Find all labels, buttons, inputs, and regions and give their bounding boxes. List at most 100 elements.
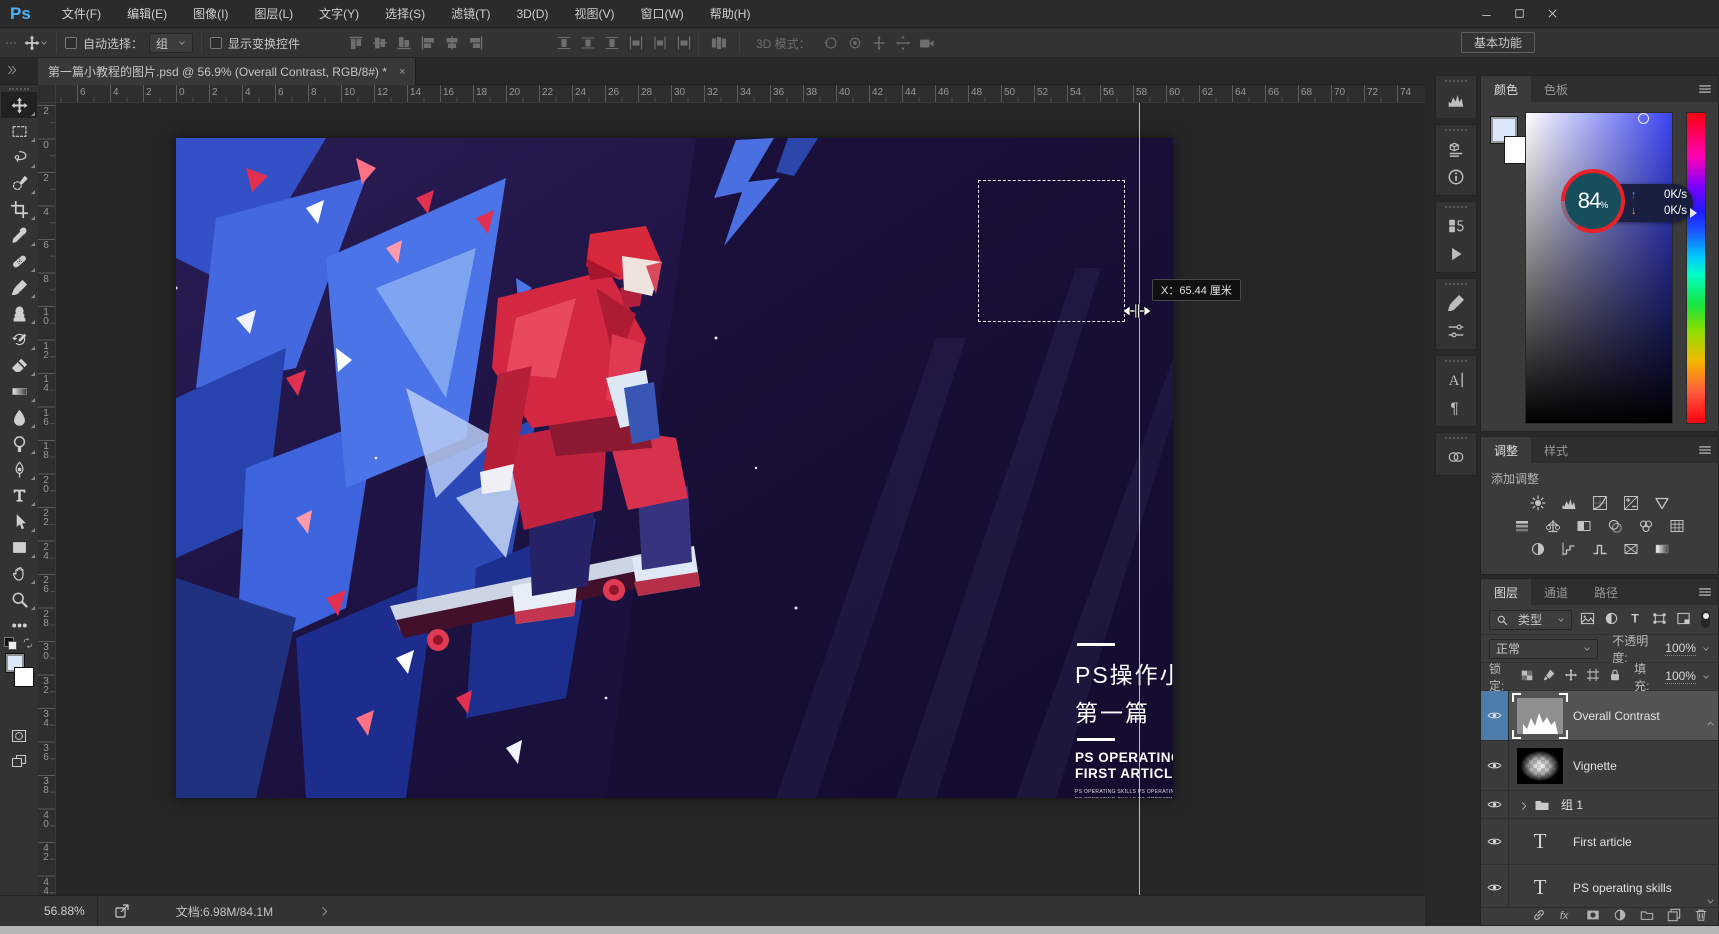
layers-tab-通道[interactable]: 通道 <box>1531 579 1581 605</box>
layer-row-ps-operating-skills[interactable]: TPS operating skills <box>1481 865 1718 911</box>
status-zoom-field[interactable]: 56.88% <box>0 896 98 926</box>
panel-icon-info[interactable] <box>1436 163 1476 191</box>
background-color-swatch[interactable] <box>14 667 34 687</box>
tool-preset-caret[interactable] <box>40 39 48 47</box>
horizontal-ruler[interactable]: 8642024681012141618202224262830323436384… <box>56 85 1425 103</box>
distribute-spacing-button[interactable] <box>707 32 731 54</box>
adjustment-brightness-contrast-button[interactable] <box>1528 494 1548 512</box>
tool-pen[interactable] <box>1 456 37 482</box>
adjustments-tab-调整[interactable]: 调整 <box>1481 437 1531 463</box>
auto-select-dropdown[interactable]: 组 <box>149 33 193 53</box>
distribute-center-v-button[interactable] <box>576 32 600 54</box>
panel-icon-clone-source[interactable] <box>1436 443 1476 471</box>
layers-tab-图层[interactable]: 图层 <box>1481 579 1531 605</box>
tool-hand[interactable] <box>1 560 37 586</box>
add-mask-button[interactable] <box>1586 908 1600 925</box>
selection-marquee[interactable] <box>978 180 1125 322</box>
lock-pixels-button[interactable] <box>1542 668 1556 685</box>
dock-grip[interactable] <box>1445 80 1467 82</box>
visibility-toggle[interactable] <box>1481 691 1509 740</box>
layer-name[interactable]: Overall Contrast <box>1573 709 1660 723</box>
panel-icon-properties[interactable] <box>1436 135 1476 163</box>
adjustment-selective-color-button[interactable] <box>1652 540 1672 558</box>
new-adjustment-button[interactable] <box>1613 908 1627 925</box>
tool-quick-select[interactable] <box>1 170 37 196</box>
layer-name[interactable]: Vignette <box>1573 759 1617 773</box>
adjustment-exposure-button[interactable] <box>1621 494 1641 512</box>
distribute-center-h-button[interactable] <box>648 32 672 54</box>
tool-clone-stamp[interactable] <box>1 300 37 326</box>
tool-rectangle[interactable] <box>1 534 37 560</box>
panel-icon-brush-settings[interactable] <box>1436 289 1476 317</box>
quick-mask-button[interactable] <box>1 724 37 748</box>
adjustment-channel-mixer-button[interactable] <box>1636 517 1656 535</box>
share-icon[interactable] <box>114 903 130 919</box>
3d-orbit-button[interactable] <box>819 32 843 54</box>
tool-brush[interactable] <box>1 274 37 300</box>
opacity-value[interactable]: 100% <box>1665 641 1696 656</box>
tools-grip[interactable] <box>9 88 29 90</box>
document-tab[interactable]: 第一篇小教程的图片.psd @ 56.9% (Overall Contrast,… <box>38 58 416 85</box>
layer-styles-button[interactable]: fx <box>1559 908 1573 925</box>
document-tab-close[interactable]: × <box>399 66 405 78</box>
fill-value[interactable]: 100% <box>1665 669 1696 684</box>
layer-row-vignette[interactable]: Vignette <box>1481 741 1718 791</box>
menu-item-6[interactable]: 滤镜(T) <box>438 0 503 28</box>
color-picker-field[interactable] <box>1525 112 1673 424</box>
menu-item-0[interactable]: 文件(F) <box>49 0 114 28</box>
chevron-down-icon[interactable] <box>1702 673 1710 681</box>
align-center-v-button[interactable] <box>368 32 392 54</box>
layer-thumbnail[interactable] <box>1517 698 1563 734</box>
adjustment-gradient-map-button[interactable] <box>1621 540 1641 558</box>
layers-tab-路径[interactable]: 路径 <box>1581 579 1631 605</box>
tool-healing[interactable] <box>1 248 37 274</box>
hue-spectrum-slider[interactable] <box>1686 112 1706 424</box>
adjustments-menu-icon[interactable] <box>1698 443 1712 457</box>
dock-grip[interactable] <box>1445 437 1467 439</box>
distribute-left-button[interactable] <box>624 32 648 54</box>
menu-item-10[interactable]: 帮助(H) <box>697 0 764 28</box>
layer-thumbnail[interactable] <box>1517 748 1563 784</box>
menu-item-9[interactable]: 窗口(W) <box>627 0 696 28</box>
3d-slide-button[interactable] <box>891 32 915 54</box>
swap-colors-icon[interactable] <box>22 637 34 649</box>
visibility-toggle[interactable] <box>1481 791 1509 818</box>
panel-icon-histogram[interactable] <box>1436 86 1476 114</box>
dock-grip[interactable] <box>1445 129 1467 131</box>
scroll-up-icon[interactable] <box>1706 719 1716 729</box>
layer-name[interactable]: First article <box>1573 835 1632 849</box>
adjustment-vibrance-button[interactable] <box>1652 494 1672 512</box>
align-top-button[interactable] <box>344 32 368 54</box>
menu-item-1[interactable]: 编辑(E) <box>114 0 180 28</box>
dock-grip[interactable] <box>1445 360 1467 362</box>
adjustments-tab-样式[interactable]: 样式 <box>1531 437 1581 463</box>
align-left-button[interactable] <box>416 32 440 54</box>
align-center-h-button[interactable] <box>440 32 464 54</box>
filter-shape-button[interactable] <box>1652 611 1667 629</box>
tool-lasso[interactable] <box>1 144 37 170</box>
tools-panel-expander-icon[interactable] <box>6 64 18 76</box>
tool-move[interactable] <box>1 92 37 118</box>
tool-gradient[interactable] <box>1 378 37 404</box>
new-layer-button[interactable] <box>1667 908 1681 925</box>
panel-icon-character[interactable]: A <box>1436 366 1476 394</box>
panel-icon-tool-presets[interactable] <box>1436 317 1476 345</box>
lock-all-button[interactable] <box>1608 668 1622 685</box>
adjustment-hue-saturation-button[interactable] <box>1512 517 1532 535</box>
filter-adjustment-button[interactable] <box>1604 611 1619 629</box>
status-options-icon[interactable] <box>319 906 330 917</box>
dock-grip[interactable] <box>1445 283 1467 285</box>
new-group-button[interactable] <box>1640 908 1654 925</box>
menu-item-7[interactable]: 3D(D) <box>503 0 561 28</box>
canvas-area[interactable]: PS操作小技巧 第一篇 PS OPERATING SKILLS FIRST AR… <box>56 103 1425 895</box>
tool-dodge[interactable] <box>1 430 37 456</box>
color-tab-颜色[interactable]: 颜色 <box>1481 76 1531 102</box>
filter-type-button[interactable]: T <box>1628 611 1643 629</box>
lock-position-button[interactable] <box>1564 668 1578 685</box>
distribute-bottom-button[interactable] <box>600 32 624 54</box>
adjustment-levels-button[interactable] <box>1559 494 1579 512</box>
adjustment-threshold-button[interactable] <box>1590 540 1610 558</box>
menu-item-2[interactable]: 图像(I) <box>180 0 241 28</box>
menu-item-5[interactable]: 选择(S) <box>372 0 438 28</box>
color-field-marker[interactable] <box>1638 113 1649 124</box>
